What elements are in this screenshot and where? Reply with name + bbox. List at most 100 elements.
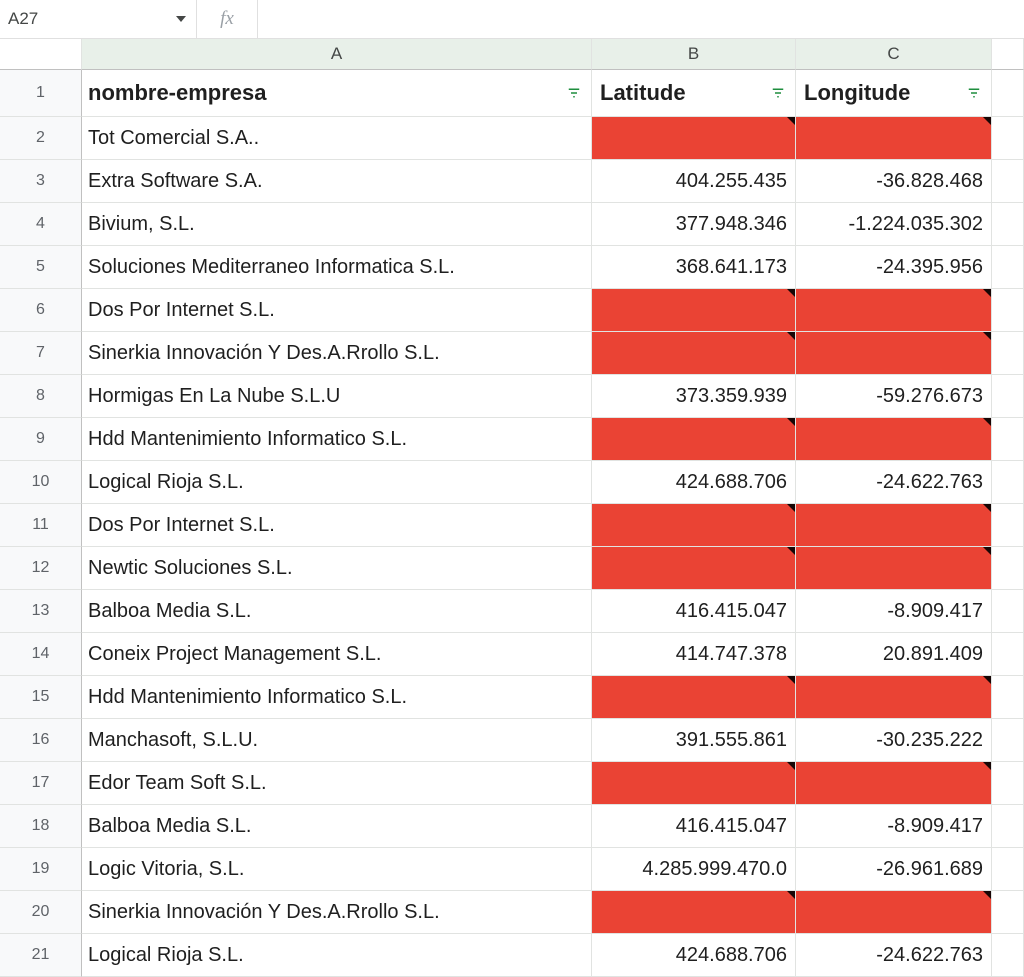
cell-b[interactable]: 424.688.706 [592, 461, 796, 504]
header-cell-B[interactable]: Latitude [592, 70, 796, 117]
spacer-cell[interactable] [992, 547, 1024, 590]
spacer-cell[interactable] [992, 762, 1024, 805]
cell-c[interactable]: -1.224.035.302 [796, 203, 992, 246]
cell-b[interactable]: 414.747.378 [592, 633, 796, 676]
row-header[interactable]: 4 [0, 203, 82, 246]
cell-c[interactable] [796, 676, 992, 719]
row-header[interactable]: 13 [0, 590, 82, 633]
filter-icon[interactable] [965, 84, 983, 102]
row-header[interactable]: 10 [0, 461, 82, 504]
row-header[interactable]: 6 [0, 289, 82, 332]
spacer-cell[interactable] [992, 246, 1024, 289]
filter-icon[interactable] [769, 84, 787, 102]
row-header[interactable]: 20 [0, 891, 82, 934]
spacer-cell[interactable] [992, 289, 1024, 332]
cell-b[interactable] [592, 676, 796, 719]
spacer-cell[interactable] [992, 418, 1024, 461]
cell-c[interactable] [796, 332, 992, 375]
cell-b[interactable] [592, 117, 796, 160]
col-header-C[interactable]: C [796, 39, 992, 70]
filter-icon[interactable] [565, 84, 583, 102]
select-all-corner[interactable] [0, 39, 82, 70]
fx-icon[interactable]: fx [197, 0, 258, 38]
cell-a[interactable]: Soluciones Mediterraneo Informatica S.L. [82, 246, 592, 289]
row-header[interactable]: 3 [0, 160, 82, 203]
col-header-B[interactable]: B [592, 39, 796, 70]
spacer-cell[interactable] [992, 719, 1024, 762]
spacer-cell[interactable] [992, 332, 1024, 375]
row-header[interactable]: 15 [0, 676, 82, 719]
cell-a[interactable]: Manchasoft, S.L.U. [82, 719, 592, 762]
cell-a[interactable]: Hormigas En La Nube S.L.U [82, 375, 592, 418]
cell-c[interactable]: 20.891.409 [796, 633, 992, 676]
col-header-blank[interactable] [992, 39, 1024, 70]
cell-a[interactable]: Hdd Mantenimiento Informatico S.L. [82, 676, 592, 719]
header-cell-A[interactable]: nombre-empresa [82, 70, 592, 117]
cell-b[interactable]: 404.255.435 [592, 160, 796, 203]
cell-c[interactable]: -59.276.673 [796, 375, 992, 418]
row-header[interactable]: 18 [0, 805, 82, 848]
cell-c[interactable] [796, 762, 992, 805]
cell-a[interactable]: Bivium, S.L. [82, 203, 592, 246]
spacer-cell[interactable] [992, 375, 1024, 418]
cell-b[interactable]: 391.555.861 [592, 719, 796, 762]
cell-a[interactable]: Coneix Project Management S.L. [82, 633, 592, 676]
row-header[interactable]: 16 [0, 719, 82, 762]
row-header[interactable]: 19 [0, 848, 82, 891]
cell-a[interactable]: Logic Vitoria, S.L. [82, 848, 592, 891]
cell-b[interactable]: 373.359.939 [592, 375, 796, 418]
cell-b[interactable]: 416.415.047 [592, 590, 796, 633]
cell-c[interactable]: -8.909.417 [796, 805, 992, 848]
spacer-cell[interactable] [992, 70, 1024, 117]
cell-a[interactable]: Balboa Media S.L. [82, 590, 592, 633]
spacer-cell[interactable] [992, 676, 1024, 719]
cell-a[interactable]: Extra Software S.A. [82, 160, 592, 203]
cell-c[interactable]: -30.235.222 [796, 719, 992, 762]
spreadsheet-grid[interactable]: A B C 1 nombre-empresa Latitude Longitud… [0, 39, 1024, 977]
cell-b[interactable] [592, 418, 796, 461]
spacer-cell[interactable] [992, 117, 1024, 160]
cell-a[interactable]: Newtic Soluciones S.L. [82, 547, 592, 590]
spacer-cell[interactable] [992, 633, 1024, 676]
cell-c[interactable] [796, 547, 992, 590]
row-header[interactable]: 8 [0, 375, 82, 418]
cell-a[interactable]: Logical Rioja S.L. [82, 461, 592, 504]
spacer-cell[interactable] [992, 504, 1024, 547]
row-header[interactable]: 14 [0, 633, 82, 676]
spacer-cell[interactable] [992, 160, 1024, 203]
cell-b[interactable] [592, 891, 796, 934]
cell-b[interactable] [592, 289, 796, 332]
row-header[interactable]: 11 [0, 504, 82, 547]
cell-b[interactable]: 416.415.047 [592, 805, 796, 848]
cell-a[interactable]: Tot Comercial S.A.. [82, 117, 592, 160]
cell-c[interactable]: -8.909.417 [796, 590, 992, 633]
cell-b[interactable] [592, 504, 796, 547]
spacer-cell[interactable] [992, 891, 1024, 934]
row-header[interactable]: 17 [0, 762, 82, 805]
cell-a[interactable]: Balboa Media S.L. [82, 805, 592, 848]
cell-b[interactable] [592, 547, 796, 590]
cell-c[interactable] [796, 289, 992, 332]
spacer-cell[interactable] [992, 590, 1024, 633]
cell-c[interactable]: -26.961.689 [796, 848, 992, 891]
cell-c[interactable] [796, 418, 992, 461]
row-header[interactable]: 12 [0, 547, 82, 590]
cell-c[interactable]: -24.395.956 [796, 246, 992, 289]
row-header[interactable]: 1 [0, 70, 82, 117]
cell-b[interactable] [592, 762, 796, 805]
name-box[interactable]: A27 [0, 0, 197, 38]
cell-c[interactable]: -36.828.468 [796, 160, 992, 203]
cell-a[interactable]: Dos Por Internet S.L. [82, 289, 592, 332]
spacer-cell[interactable] [992, 848, 1024, 891]
spacer-cell[interactable] [992, 805, 1024, 848]
cell-b[interactable] [592, 332, 796, 375]
row-header[interactable]: 7 [0, 332, 82, 375]
spacer-cell[interactable] [992, 461, 1024, 504]
cell-a[interactable]: Hdd Mantenimiento Informatico S.L. [82, 418, 592, 461]
cell-a[interactable]: Sinerkia Innovación Y Des.A.Rrollo S.L. [82, 891, 592, 934]
cell-c[interactable] [796, 504, 992, 547]
cell-c[interactable] [796, 891, 992, 934]
row-header[interactable]: 9 [0, 418, 82, 461]
cell-c[interactable] [796, 117, 992, 160]
cell-a[interactable]: Dos Por Internet S.L. [82, 504, 592, 547]
